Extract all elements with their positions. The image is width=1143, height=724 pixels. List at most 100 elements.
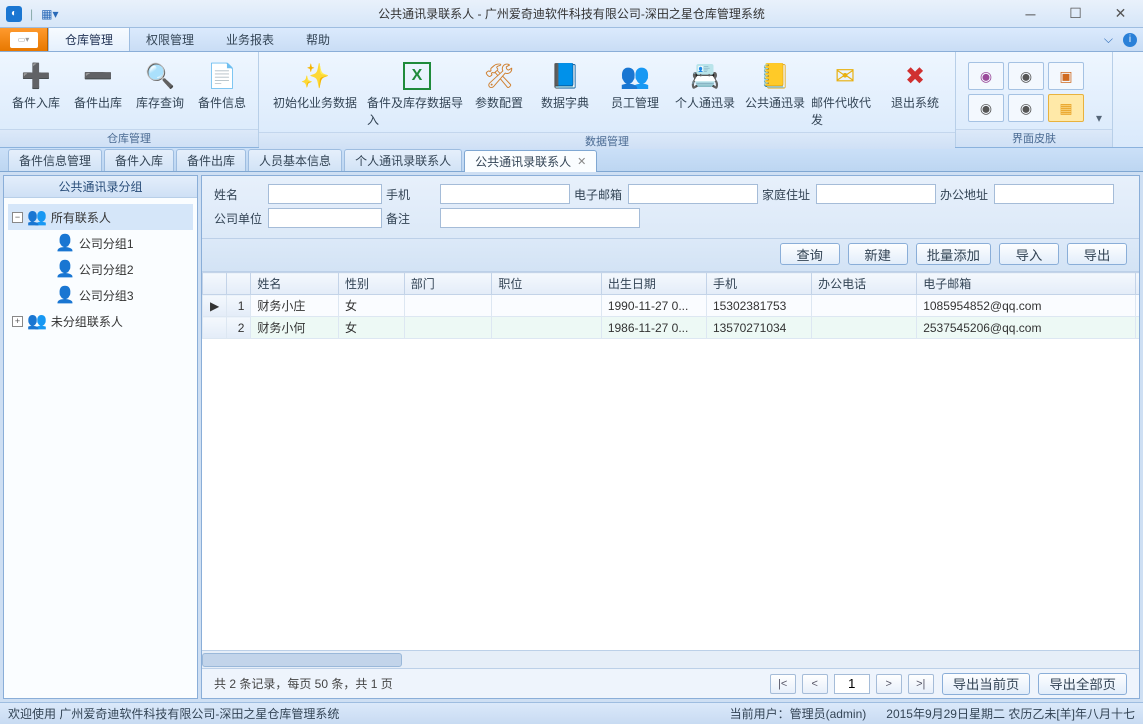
col-职位[interactable]: 职位: [492, 273, 602, 295]
doc-tab-4[interactable]: 个人通讯录联系人: [344, 149, 462, 171]
tree-node-4[interactable]: +👥未分组联系人: [8, 308, 193, 334]
ribbon-邮件代收代发[interactable]: ✉邮件代收代发: [811, 56, 879, 132]
skin-option-1[interactable]: ◉: [1008, 62, 1044, 90]
ribbon-备件入库[interactable]: ➕备件入库: [6, 56, 66, 115]
tree-node-0[interactable]: −👥所有联系人: [8, 204, 193, 230]
field-label-电子邮箱: 电子邮箱: [574, 186, 624, 203]
doc-tab-3[interactable]: 人员基本信息: [248, 149, 342, 171]
close-button[interactable]: ✕: [1098, 0, 1143, 27]
tree-node-2[interactable]: 👤公司分组2: [8, 256, 193, 282]
first-page-button[interactable]: |<: [770, 674, 796, 694]
ribbon-库存查询[interactable]: 🔍库存查询: [130, 56, 190, 115]
ribbon-备件出库[interactable]: ➖备件出库: [68, 56, 128, 115]
col-电子邮箱[interactable]: 电子邮箱: [917, 273, 1136, 295]
col-姓名[interactable]: 姓名: [251, 273, 339, 295]
title-bar: ◐ | ▦▾ 公共通讯录联系人 - 广州爱奇迪软件科技有限公司-深田之星仓库管理…: [0, 0, 1143, 28]
action-导出[interactable]: 导出: [1067, 243, 1127, 265]
field-label-家庭住址: 家庭住址: [762, 186, 812, 203]
status-welcome: 欢迎使用 广州爱奇迪软件科技有限公司-深田之星仓库管理系统: [8, 705, 339, 722]
app-icon: ◐: [6, 6, 22, 22]
col-性别[interactable]: 性别: [339, 273, 405, 295]
tree-icon: 👤: [55, 259, 75, 279]
export-current-button[interactable]: 导出当前页: [942, 673, 1031, 695]
horizontal-scrollbar[interactable]: [202, 650, 1139, 668]
menu-tab-3[interactable]: 帮助: [290, 28, 346, 51]
field-input-备注[interactable]: [440, 208, 640, 228]
tree-node-3[interactable]: 👤公司分组3: [8, 282, 193, 308]
col-部门[interactable]: 部门: [404, 273, 492, 295]
maximize-button[interactable]: ☐: [1053, 0, 1098, 27]
ribbon-退出系统[interactable]: ✖退出系统: [881, 56, 949, 115]
field-label-公司单位: 公司单位: [214, 210, 264, 227]
minimize-button[interactable]: ─: [1008, 0, 1053, 27]
ribbon-初始化业务数据[interactable]: ✨初始化业务数据: [265, 56, 365, 115]
ribbon-个人通迅录[interactable]: 📇个人通迅录: [671, 56, 739, 115]
ribbon-group-label: 数据管理: [259, 132, 955, 149]
skin-option-2[interactable]: ▣: [1048, 62, 1084, 90]
ribbon-group-label: 仓库管理: [0, 129, 258, 147]
menu-tab-2[interactable]: 业务报表: [210, 28, 290, 51]
menu-tab-1[interactable]: 权限管理: [130, 28, 210, 51]
ribbon-员工管理[interactable]: 👥员工管理: [601, 56, 669, 115]
menu-tab-0[interactable]: 仓库管理: [48, 28, 130, 51]
field-input-姓名[interactable]: [268, 184, 382, 204]
export-all-button[interactable]: 导出全部页: [1038, 673, 1127, 695]
ribbon-collapse-icon[interactable]: ⌵: [1104, 32, 1113, 47]
qat-icon[interactable]: ▦▾: [41, 7, 58, 21]
action-批量添加[interactable]: 批量添加: [916, 243, 991, 265]
tree-label: 公司分组3: [79, 287, 134, 304]
prev-page-button[interactable]: <: [802, 674, 828, 694]
tree-label: 未分组联系人: [51, 313, 123, 330]
page-input[interactable]: [834, 674, 870, 694]
status-date: 2015年9月29日星期二 农历乙未[羊]年八月十七: [886, 705, 1135, 722]
file-menu[interactable]: ▭▾: [0, 28, 48, 51]
skin-option-0[interactable]: ◉: [968, 62, 1004, 90]
doc-tab-1[interactable]: 备件入库: [104, 149, 174, 171]
next-page-button[interactable]: >: [876, 674, 902, 694]
main-area: 公共通讯录分组 −👥所有联系人👤公司分组1👤公司分组2👤公司分组3+👥未分组联系…: [0, 172, 1143, 702]
help-icon[interactable]: i: [1123, 33, 1137, 47]
col-出生日期[interactable]: 出生日期: [601, 273, 706, 295]
skin-option-3[interactable]: ◉: [968, 94, 1004, 122]
grid-area: 姓名性别部门职位出生日期手机办公电话电子邮箱QQ▶1财务小庄女1990-11-2…: [202, 272, 1139, 650]
field-input-办公地址[interactable]: [994, 184, 1114, 204]
action-导入[interactable]: 导入: [999, 243, 1059, 265]
tree: −👥所有联系人👤公司分组1👤公司分组2👤公司分组3+👥未分组联系人: [4, 198, 197, 698]
col-手机[interactable]: 手机: [706, 273, 811, 295]
table-row[interactable]: ▶1财务小庄女1990-11-27 0...153023817531085954…: [203, 295, 1140, 317]
ribbon-公共通迅录[interactable]: 📒公共通迅录: [741, 56, 809, 115]
action-查询[interactable]: 查询: [780, 243, 840, 265]
field-input-公司单位[interactable]: [268, 208, 382, 228]
last-page-button[interactable]: >|: [908, 674, 934, 694]
field-input-手机[interactable]: [440, 184, 570, 204]
tree-toggle-icon[interactable]: −: [12, 212, 23, 223]
ribbon-参数配置[interactable]: 🛠参数配置: [469, 56, 529, 115]
sidebar-title: 公共通讯录分组: [4, 176, 197, 198]
tree-label: 公司分组2: [79, 261, 134, 278]
skin-option-5[interactable]: ▦: [1048, 94, 1084, 122]
ribbon-备件及库存数据导入[interactable]: X备件及库存数据导入: [367, 56, 467, 132]
tree-icon: 👤: [55, 233, 75, 253]
close-icon[interactable]: ✕: [575, 155, 586, 168]
pager: 共 2 条记录，每页 50 条，共 1 页 |< < > >| 导出当前页 导出…: [202, 668, 1139, 698]
tree-icon: 👤: [55, 285, 75, 305]
action-新建[interactable]: 新建: [848, 243, 908, 265]
skin-more-icon[interactable]: ▾: [1092, 107, 1106, 129]
search-form: 姓名手机电子邮箱家庭住址办公地址 公司单位备注: [202, 176, 1139, 239]
menu-bar: ▭▾ 仓库管理权限管理业务报表帮助 ⌵ i: [0, 28, 1143, 52]
ribbon-数据字典[interactable]: 📘数据字典: [531, 56, 599, 115]
skin-option-4[interactable]: ◉: [1008, 94, 1044, 122]
data-grid[interactable]: 姓名性别部门职位出生日期手机办公电话电子邮箱QQ▶1财务小庄女1990-11-2…: [202, 272, 1139, 339]
doc-tab-2[interactable]: 备件出库: [176, 149, 246, 171]
doc-tab-0[interactable]: 备件信息管理: [8, 149, 102, 171]
tree-toggle-icon[interactable]: +: [12, 316, 23, 327]
status-bar: 欢迎使用 广州爱奇迪软件科技有限公司-深田之星仓库管理系统 当前用户：管理员(a…: [0, 702, 1143, 724]
ribbon-备件信息[interactable]: 📄备件信息: [192, 56, 252, 115]
table-row[interactable]: 2财务小何女1986-11-27 0...1357027103425375452…: [203, 317, 1140, 339]
field-input-家庭住址[interactable]: [816, 184, 936, 204]
doc-tab-5[interactable]: 公共通讯录联系人✕: [464, 150, 597, 172]
field-input-电子邮箱[interactable]: [628, 184, 758, 204]
tree-node-1[interactable]: 👤公司分组1: [8, 230, 193, 256]
col-QQ[interactable]: QQ: [1136, 273, 1139, 295]
col-办公电话[interactable]: 办公电话: [812, 273, 917, 295]
